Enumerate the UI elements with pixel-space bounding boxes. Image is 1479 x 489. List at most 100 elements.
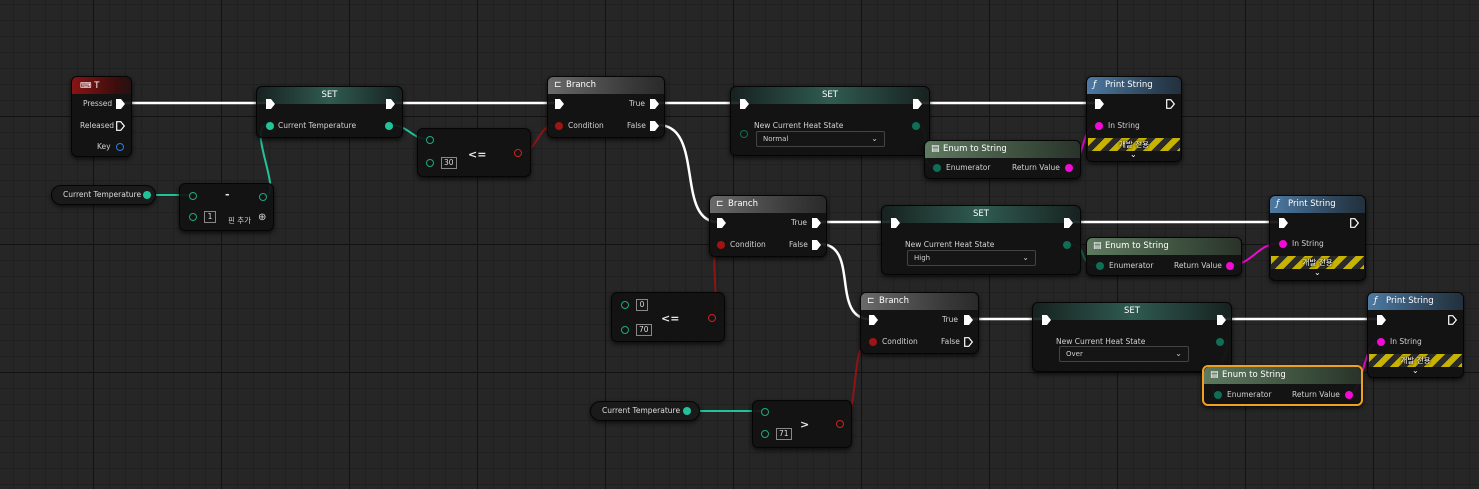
sub-b-pin[interactable] [189, 213, 197, 221]
set-heat-state-over-node[interactable]: SET New Current Heat State Over ⌄ [1032, 302, 1232, 372]
current-temperature-getter[interactable]: Current Temperature [51, 185, 156, 205]
branch1-exec-in[interactable] [555, 99, 564, 109]
set1-exec-in[interactable] [266, 99, 275, 109]
getter1-out-pin[interactable] [143, 191, 151, 199]
enum3-in-pin[interactable] [1214, 391, 1222, 399]
key-t-event-node[interactable]: ⌨ T Pressed Released Key [71, 76, 132, 157]
print3-exec-in[interactable] [1377, 315, 1386, 325]
print-string-node-1[interactable]: ƒ Print String In String 개발 전용 ⌄ [1086, 76, 1182, 162]
getter2-out-pin[interactable] [683, 407, 691, 415]
le70-out-pin[interactable] [708, 314, 716, 322]
enum-to-string-node-1[interactable]: ▤ Enum to String Enumerator Return Value [924, 140, 1081, 179]
branch3-true-pin[interactable] [964, 315, 973, 325]
print-string-node-3[interactable]: ƒ Print String In String 개발 전용 ⌄ [1367, 292, 1464, 378]
set1-value-out-pin[interactable] [385, 122, 393, 130]
le70-b-pin[interactable] [621, 326, 629, 334]
expand-chevron-icon[interactable]: ⌄ [1314, 268, 1321, 277]
sub-out-pin[interactable] [259, 193, 267, 201]
le70-a-value[interactable]: 0 [636, 299, 648, 311]
print3-exec-out[interactable] [1448, 315, 1457, 325]
set-heat-state-high-node[interactable]: SET New Current Heat State High ⌄ [881, 205, 1081, 275]
set-normal-exec-in[interactable] [740, 99, 749, 109]
branch2-exec-in[interactable] [717, 218, 726, 228]
less-equal-70-node[interactable]: 0 70 <= [611, 292, 725, 342]
le30-b-value[interactable]: 30 [441, 157, 457, 169]
set-normal-value-in-pin[interactable] [740, 130, 748, 138]
branch3-exec-in[interactable] [869, 315, 878, 325]
enum3-out-pin[interactable] [1345, 391, 1353, 399]
branch2-false-pin[interactable] [812, 240, 821, 250]
enum2-out-pin[interactable] [1226, 262, 1234, 270]
branch1-true-pin[interactable] [650, 99, 659, 109]
current-temperature-getter-2[interactable]: Current Temperature [590, 401, 700, 421]
gt71-a-pin[interactable] [761, 408, 769, 416]
gt71-b-pin[interactable] [761, 430, 769, 438]
le70-b-value[interactable]: 70 [636, 324, 652, 336]
enum-to-string-node-3[interactable]: ▤ Enum to String Enumerator Return Value [1202, 365, 1363, 406]
subtract-node[interactable]: 1 - 핀 추가 ⊕ [179, 183, 274, 231]
enum2-in-pin[interactable] [1096, 262, 1104, 270]
set-high-exec-out[interactable] [1064, 218, 1073, 228]
less-equal-30-node[interactable]: 30 <= [417, 128, 531, 177]
set-over-exec-out[interactable] [1217, 315, 1226, 325]
set-heat-state-normal-node[interactable]: SET New Current Heat State Normal ⌄ [730, 86, 930, 156]
print1-in-pin[interactable] [1095, 122, 1103, 130]
branch3-false-pin[interactable] [964, 337, 973, 347]
branch-node-1[interactable]: ⊏ Branch True Condition False [547, 76, 665, 138]
expand-chevron-icon[interactable]: ⌄ [1130, 150, 1137, 159]
set-normal-value-out-pin[interactable] [912, 122, 920, 130]
expand-chevron-icon[interactable]: ⌄ [1412, 366, 1419, 375]
print2-in-pin[interactable] [1279, 240, 1287, 248]
enum3-out-label: Return Value [1292, 390, 1340, 399]
sub-b-value[interactable]: 1 [204, 211, 216, 223]
set-over-value-out-pin[interactable] [1216, 338, 1224, 346]
set-high-dropdown[interactable]: High ⌄ [907, 250, 1036, 266]
enum1-in-pin[interactable] [933, 164, 941, 172]
print2-exec-out[interactable] [1350, 218, 1359, 228]
sub-a-pin[interactable] [189, 192, 197, 200]
le70-a-pin[interactable] [621, 301, 629, 309]
set-normal-dropdown[interactable]: Normal ⌄ [756, 131, 885, 147]
branch1-header: ⊏ Branch [548, 77, 664, 94]
le30-out-pin[interactable] [514, 149, 522, 157]
enum1-in-label: Enumerator [946, 163, 991, 172]
pressed-label: Pressed [83, 99, 113, 108]
branch2-condition-pin[interactable] [717, 241, 725, 249]
enum1-out-pin[interactable] [1065, 164, 1073, 172]
set-high-exec-in[interactable] [891, 218, 900, 228]
le30-b-pin[interactable] [426, 159, 434, 167]
set1-exec-out[interactable] [386, 99, 395, 109]
set-over-exec-in[interactable] [1042, 315, 1051, 325]
branch1-condition-pin[interactable] [555, 122, 563, 130]
released-exec-pin[interactable] [116, 121, 125, 131]
print1-exec-in[interactable] [1095, 99, 1104, 109]
enum2-out-label: Return Value [1174, 261, 1222, 270]
print3-in-pin[interactable] [1377, 338, 1385, 346]
branch3-condition-pin[interactable] [869, 338, 877, 346]
branch3-false-label: False [941, 337, 960, 346]
blueprint-graph[interactable]: ⌨ T Pressed Released Key SET Current Tem… [0, 0, 1479, 489]
print3-title: Print String [1386, 296, 1434, 306]
set-normal-exec-out[interactable] [913, 99, 922, 109]
add-pin-label[interactable]: 핀 추가 [228, 215, 251, 226]
print1-exec-out[interactable] [1166, 99, 1175, 109]
branch1-false-pin[interactable] [650, 121, 659, 131]
set1-value-in-pin[interactable] [266, 122, 274, 130]
print-string-node-2[interactable]: ƒ Print String In String 개발 전용 ⌄ [1269, 195, 1366, 281]
le30-a-pin[interactable] [426, 136, 434, 144]
set-over-dropdown[interactable]: Over ⌄ [1059, 346, 1189, 362]
gt71-b-value[interactable]: 71 [776, 428, 792, 440]
add-pin-icon[interactable]: ⊕ [258, 212, 266, 223]
set-current-temperature-node[interactable]: SET Current Temperature [256, 86, 403, 138]
pressed-exec-pin[interactable] [116, 99, 125, 109]
branch2-true-pin[interactable] [812, 218, 821, 228]
branch-node-3[interactable]: ⊏ Branch True Condition False [860, 292, 979, 354]
gt71-out-pin[interactable] [836, 420, 844, 428]
branch-node-2[interactable]: ⊏ Branch True Condition False [709, 195, 827, 257]
key-pin[interactable] [116, 143, 124, 151]
greater-than-71-node[interactable]: 71 > [752, 400, 852, 448]
enum-to-string-node-2[interactable]: ▤ Enum to String Enumerator Return Value [1086, 237, 1242, 276]
print2-exec-in[interactable] [1279, 218, 1288, 228]
set-high-value-out-pin[interactable] [1063, 241, 1071, 249]
print1-title: Print String [1105, 80, 1153, 90]
